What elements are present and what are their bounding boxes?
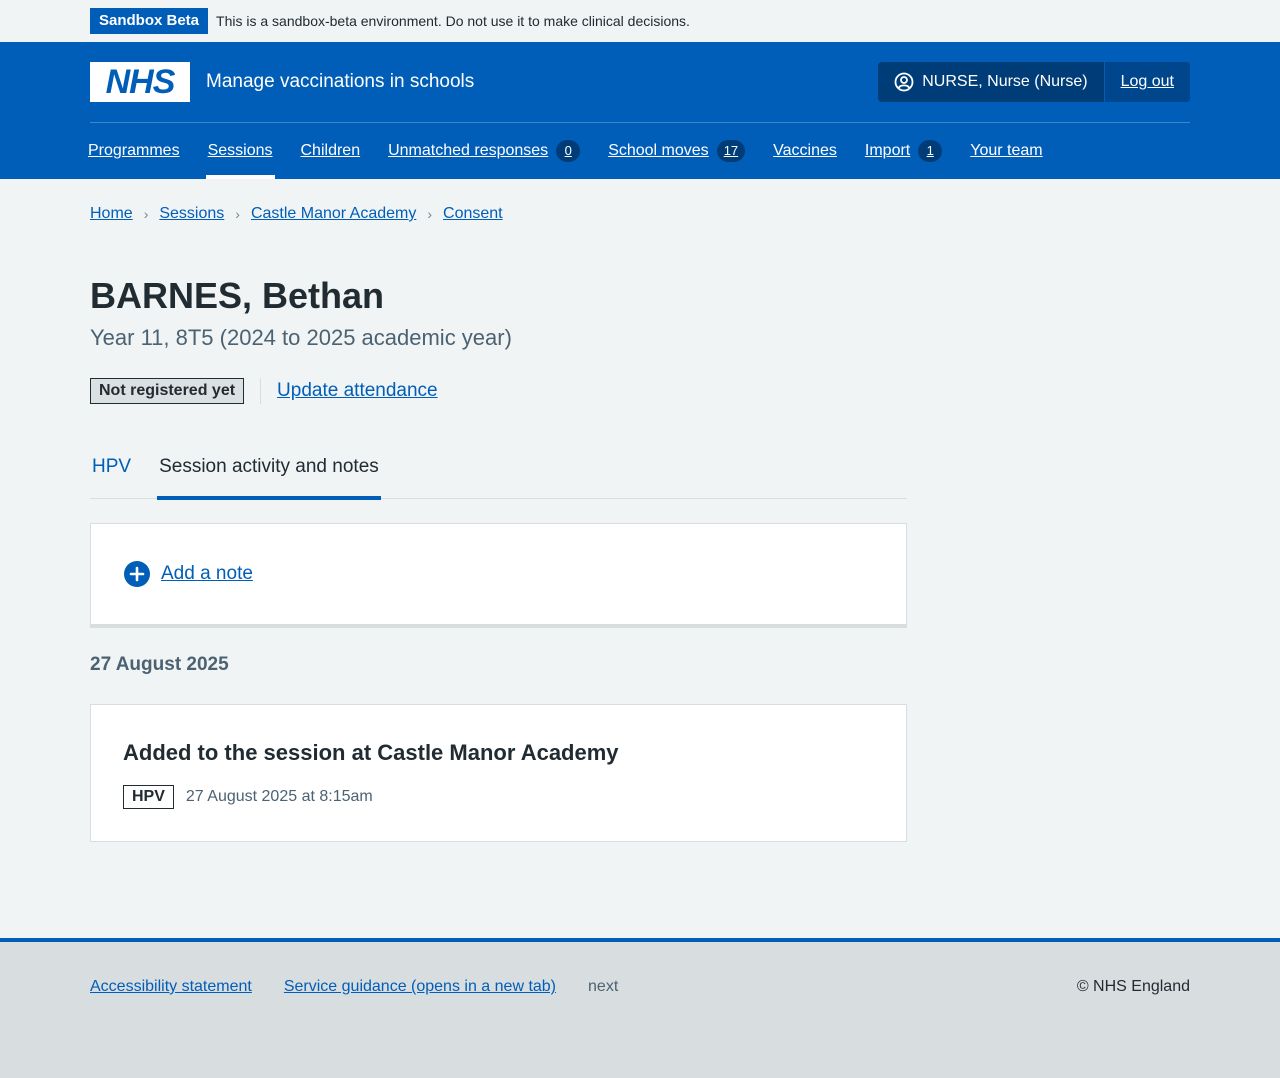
footer-version: next [588, 978, 619, 995]
account-user-name: NURSE, Nurse (Nurse) [922, 73, 1088, 90]
nav-item-unmatched-responses[interactable]: Unmatched responses 0 [388, 123, 581, 179]
patient-caption: Year 11, 8T5 (2024 to 2025 academic year… [90, 325, 512, 350]
nav-item-sessions[interactable]: Sessions [205, 123, 275, 179]
add-note-card: Add a note [90, 523, 907, 628]
update-attendance-link[interactable]: Update attendance [277, 380, 438, 402]
nav-item-your-team[interactable]: Your team [970, 123, 1042, 179]
footer-links: Accessibility statement Service guidance… [90, 978, 618, 996]
nav-item-programmes[interactable]: Programmes [88, 123, 180, 179]
breadcrumb-consent[interactable]: Consent [443, 205, 503, 223]
activity-card: Added to the session at Castle Manor Aca… [90, 704, 907, 842]
page-title: BARNES, Bethan [90, 275, 385, 316]
nav-count-badge: 0 [556, 140, 581, 162]
site-footer: Accessibility statement Service guidance… [0, 938, 1280, 1078]
account-menu: NURSE, Nurse (Nurse) Log out [878, 62, 1190, 102]
nav-label: School moves [608, 142, 709, 159]
activity-date-heading: 27 August 2025 [90, 654, 229, 675]
status-badge: Not registered yet [90, 378, 245, 404]
site-header: NHS Manage vaccinations in schools NURSE… [0, 42, 1280, 179]
tab-session-activity[interactable]: Session activity and notes [157, 446, 381, 500]
sandbox-tag: Sandbox Beta [90, 8, 209, 34]
attendance-status-row: Not registered yet Update attendance [90, 378, 438, 404]
breadcrumb-home[interactable]: Home [90, 205, 133, 223]
nav-item-vaccines[interactable]: Vaccines [773, 123, 837, 179]
nav-label: Children [300, 142, 361, 159]
logout-link[interactable]: Log out [1104, 62, 1190, 102]
nav-label: Import [864, 142, 911, 159]
account-user: NURSE, Nurse (Nurse) [878, 62, 1105, 102]
sandbox-text: This is a sandbox-beta environment. Do n… [216, 13, 690, 29]
programme-tag: HPV [123, 785, 174, 809]
plus-circle-icon[interactable] [123, 560, 151, 588]
activity-meta: HPV 27 August 2025 at 8:15am [123, 785, 874, 809]
sandbox-banner: Sandbox Beta This is a sandbox-beta envi… [0, 0, 1280, 42]
nav-label: Sessions [207, 142, 273, 159]
nhs-logo[interactable]: NHS [90, 62, 190, 102]
nav-item-school-moves[interactable]: School moves 17 [608, 123, 746, 179]
breadcrumb-school[interactable]: Castle Manor Academy [251, 205, 416, 223]
breadcrumb: Home › Sessions › Castle Manor Academy ›… [90, 205, 503, 223]
nav-label: Unmatched responses [388, 142, 549, 159]
nav-count-badge: 17 [716, 140, 746, 162]
tab-hpv[interactable]: HPV [90, 446, 133, 499]
add-note-link[interactable]: Add a note [161, 563, 253, 585]
chevron-right-icon: › [143, 206, 149, 222]
primary-nav: Programmes Sessions Children Unmatched r… [88, 123, 1071, 179]
status-divider [260, 378, 262, 404]
footer-accessibility-link[interactable]: Accessibility statement [90, 978, 252, 996]
service-name[interactable]: Manage vaccinations in schools [206, 71, 474, 93]
activity-time: 27 August 2025 at 8:15am [185, 788, 373, 805]
chevron-right-icon: › [235, 206, 240, 222]
user-circle-icon [894, 72, 914, 92]
tabs: HPV Session activity and notes [90, 446, 907, 500]
nav-label: Programmes [88, 142, 180, 159]
chevron-right-icon: › [427, 206, 433, 222]
breadcrumb-sessions[interactable]: Sessions [159, 205, 224, 223]
nav-item-import[interactable]: Import 1 [864, 123, 943, 179]
nhs-logo-text: NHS [105, 63, 176, 101]
footer-copyright: © NHS England [1076, 978, 1190, 995]
nav-count-badge: 1 [918, 140, 943, 162]
footer-service-guidance-link[interactable]: Service guidance (opens in a new tab) [284, 978, 556, 996]
nav-label: Vaccines [773, 142, 837, 159]
nav-item-children[interactable]: Children [301, 123, 361, 179]
activity-title: Added to the session at Castle Manor Aca… [123, 740, 619, 765]
nav-label: Your team [970, 142, 1043, 159]
header-top: NHS Manage vaccinations in schools NURSE… [90, 62, 1190, 102]
